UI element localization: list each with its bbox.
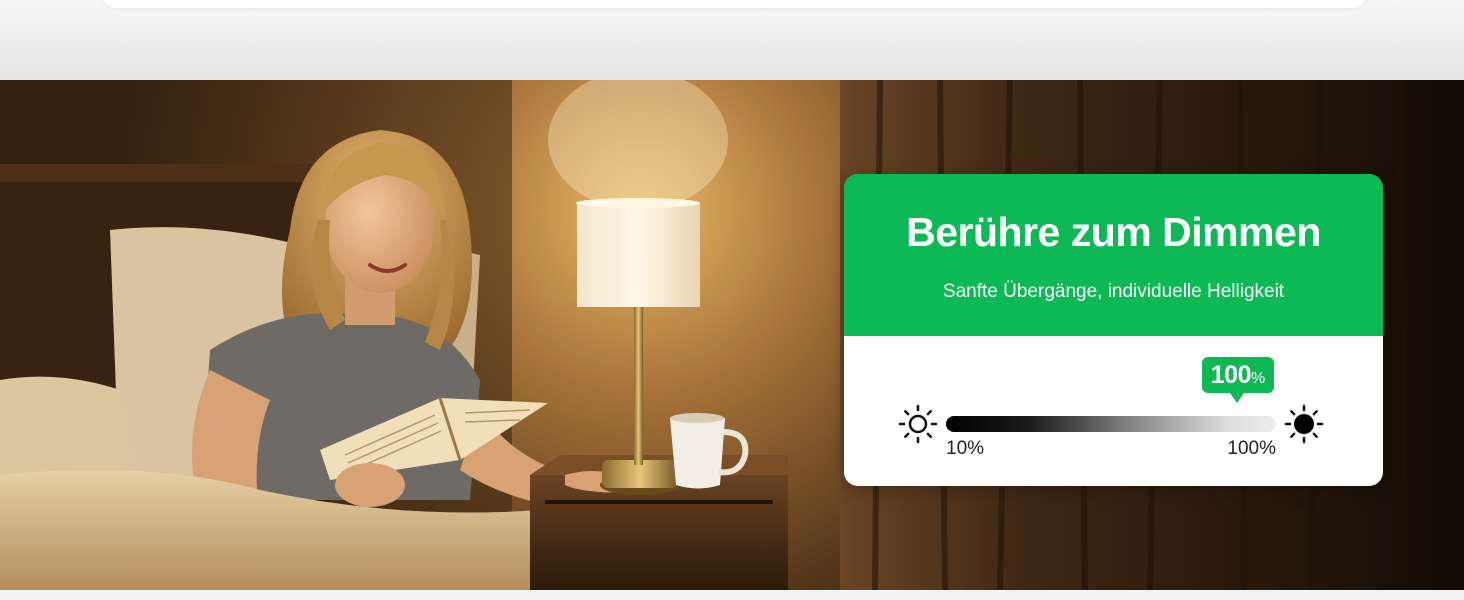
slider-min-label: 10% — [946, 438, 985, 459]
brightness-slider-track[interactable] — [946, 416, 1276, 432]
brightness-value-bubble: 100% — [1202, 357, 1274, 403]
dimming-card-header: Berühre zum Dimmen Sanfte Übergänge, ind… — [844, 174, 1383, 336]
bottom-band — [0, 590, 1464, 600]
brightness-unit: % — [1250, 370, 1266, 387]
brightness-value: 100 — [1210, 361, 1252, 389]
top-card — [102, 0, 1366, 8]
dimming-title: Berühre zum Dimmen — [906, 209, 1321, 255]
top-band — [0, 0, 1464, 80]
dimming-card: Berühre zum Dimmen Sanfte Übergänge, ind… — [844, 174, 1383, 486]
slider-max-label: 100% — [1227, 438, 1276, 459]
dimming-subtitle: Sanfte Übergänge, individuelle Helligkei… — [942, 281, 1285, 302]
sun-filled-icon — [1284, 404, 1324, 444]
sun-outline-icon — [898, 404, 938, 444]
